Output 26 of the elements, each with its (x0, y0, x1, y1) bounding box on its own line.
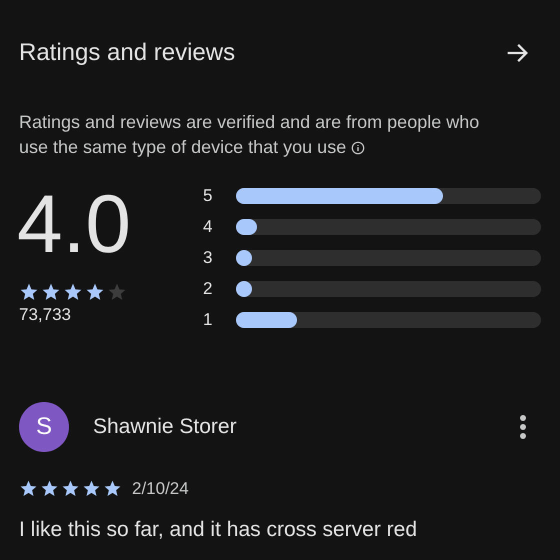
avatar: S (19, 402, 69, 452)
star-level-label: 1 (202, 312, 214, 328)
star-icon (82, 479, 101, 498)
star-icon (19, 282, 39, 302)
star-level-label: 3 (202, 250, 214, 266)
rating-count: 73,733 (19, 304, 72, 326)
star-level-label: 5 (202, 188, 214, 204)
average-rating: 4.0 (17, 180, 132, 270)
star-icon (61, 479, 80, 498)
star-icon (85, 282, 105, 302)
star-icon (40, 479, 59, 498)
star-icon (107, 282, 127, 302)
info-icon[interactable] (351, 140, 366, 154)
section-title: Ratings and reviews (19, 38, 236, 68)
review-date: 2/10/24 (132, 478, 189, 500)
star-icon (19, 479, 38, 498)
more-options-icon[interactable] (519, 414, 527, 440)
reviewer-name: Shawnie Storer (93, 414, 238, 440)
review-text: I like this so far, and it has cross server red (19, 516, 418, 542)
verification-notice: Ratings and reviews are verified and are from people who (19, 111, 480, 134)
star-icon (41, 282, 61, 302)
star-level-label: 4 (202, 219, 214, 235)
star-level-label: 2 (202, 281, 214, 297)
star-icon (103, 479, 122, 498)
verification-notice: use the same type of device that you use (19, 136, 346, 159)
star-icon (63, 282, 83, 302)
